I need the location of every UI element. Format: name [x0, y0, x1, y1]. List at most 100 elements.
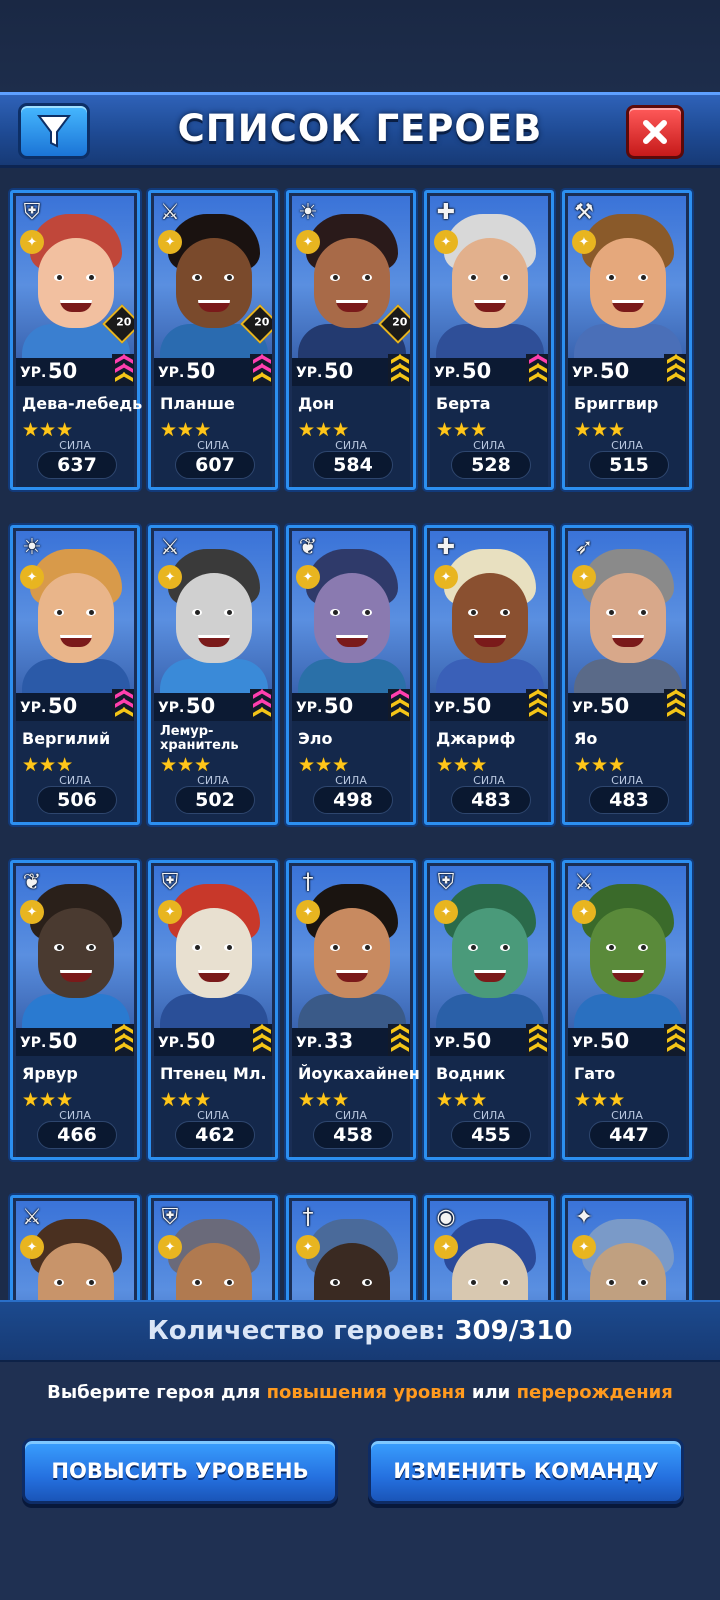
hero-level-bar: УР. 50	[292, 354, 410, 386]
hero-card[interactable]: ⚒ ✦ УР. 50 Бриггвир ★★★ СИЛА 515	[562, 190, 692, 490]
rank-chevron	[253, 1045, 269, 1053]
hero-card[interactable]: ◉ ✦	[424, 1195, 554, 1300]
hero-level: 50	[600, 694, 630, 718]
family-icon: ✦	[158, 900, 182, 924]
feather-icon: ❦	[22, 869, 42, 895]
hero-card[interactable]: ⚔ ✦ УР. 50 Лемур-хранитель ★★★ СИЛА 502	[148, 525, 278, 825]
hero-eye	[192, 944, 202, 951]
hero-info: Бриггвир ★★★ СИЛА 515	[568, 386, 686, 487]
hero-portrait: ☀ ✦ 20	[292, 196, 410, 358]
hero-eye	[54, 274, 64, 281]
hero-card[interactable]: ✦ ✦	[562, 1195, 692, 1300]
hero-power: 637	[37, 451, 117, 479]
hero-eye	[500, 1279, 510, 1286]
hero-card[interactable]: † ✦	[286, 1195, 416, 1300]
rank-chevron	[115, 1045, 131, 1053]
rank-emblem	[664, 689, 686, 721]
level-prefix: УР.	[20, 700, 47, 716]
hero-card[interactable]: ⚔ ✦ 20 УР. 50 Планше ★★★ СИЛА 607	[148, 190, 278, 490]
hero-level: 50	[600, 359, 630, 383]
hero-card[interactable]: † ✦ УР. 33 Йоукахайнен ★★★ СИЛА 458	[286, 860, 420, 1160]
level-prefix: УР.	[572, 1035, 599, 1051]
rank-chevron	[667, 375, 683, 383]
hero-face	[38, 238, 114, 328]
hint-rebirth: перерождения	[516, 1382, 673, 1403]
hero-portrait: ✦ ✦	[568, 1201, 686, 1300]
hero-stars: ★★★	[574, 1089, 626, 1111]
hero-card[interactable]: ⛨ ✦ 20 УР. 50 Дева-лебедь ★★★ СИЛА 637	[10, 190, 142, 490]
family-icon: ✦	[158, 230, 182, 254]
hero-name: Яо	[574, 729, 598, 748]
hero-portrait: ⚔ ✦ 20	[154, 196, 272, 358]
hero-level: 50	[324, 694, 354, 718]
hero-card[interactable]: ⛨ ✦	[148, 1195, 278, 1300]
hero-info: Планше ★★★ СИЛА 607	[154, 386, 272, 487]
hero-card[interactable]: ⚔ ✦	[10, 1195, 140, 1300]
hero-info: Водник ★★★ СИЛА 455	[430, 1056, 548, 1157]
hero-face	[452, 908, 528, 998]
close-button[interactable]	[626, 105, 684, 159]
hero-eye	[362, 1279, 372, 1286]
hero-power: 506	[37, 786, 117, 814]
hero-card[interactable]: ❦ ✦ УР. 50 Ярвур ★★★ СИЛА 466	[10, 860, 140, 1160]
hero-body	[574, 994, 682, 1028]
hero-eye	[330, 944, 340, 951]
hero-face	[314, 238, 390, 328]
hero-level-bar: УР. 50	[430, 354, 548, 386]
family-icon: ✦	[434, 900, 458, 924]
level-up-button[interactable]: ПОВЫСИТЬ УРОВЕНЬ	[22, 1438, 338, 1504]
hero-eye	[638, 1279, 648, 1286]
hero-level: 50	[48, 1029, 78, 1053]
hero-card[interactable]: ⛨ ✦ УР. 50 Водник ★★★ СИЛА 455	[424, 860, 554, 1160]
hero-portrait: ⛨ ✦	[154, 1201, 272, 1300]
rank-chevron	[391, 1045, 407, 1053]
hero-grid[interactable]: ⛨ ✦ 20 УР. 50 Дева-лебедь ★★★ СИЛА 637 ⚔ ✦ 20 УР. 50 П…	[0, 168, 720, 1300]
hero-power: 515	[589, 451, 669, 479]
hero-stars: ★★★	[298, 419, 350, 441]
hero-info: Яо ★★★ СИЛА 483	[568, 721, 686, 822]
costume-badge-value: 20	[254, 315, 270, 329]
hero-eye	[362, 609, 372, 616]
family-icon: ✦	[572, 1235, 596, 1259]
hero-card[interactable]: ➶ ✦ УР. 50 Яо ★★★ СИЛА 483	[562, 525, 692, 825]
change-team-button[interactable]: ИЗМЕНИТЬ КОМАНДУ	[368, 1438, 684, 1504]
hero-face	[38, 908, 114, 998]
hero-eye	[500, 274, 510, 281]
sun-icon: ☀	[298, 199, 318, 225]
hero-portrait: ❦ ✦	[292, 531, 410, 693]
rank-emblem	[250, 689, 272, 721]
hero-card[interactable]: ⚔ ✦ УР. 50 Гато ★★★ СИЛА 447	[562, 860, 692, 1160]
rank-emblem	[526, 354, 548, 386]
hero-level-bar: УР. 50	[16, 354, 134, 386]
hero-body	[574, 324, 682, 358]
hero-portrait: ⛨ ✦	[430, 866, 548, 1028]
hero-eye	[468, 609, 478, 616]
family-icon: ✦	[20, 900, 44, 924]
hero-stars: ★★★	[22, 1089, 74, 1111]
costume-badge-value: 20	[392, 315, 408, 329]
hero-card[interactable]: ✚ ✦ УР. 50 Берта ★★★ СИЛА 528	[424, 190, 554, 490]
rank-chevron	[529, 1045, 545, 1053]
hero-info: Лемур-хранитель ★★★ СИЛА 502	[154, 721, 272, 822]
hero-card[interactable]: ✚ ✦ УР. 50 Джариф ★★★ СИЛА 483	[424, 525, 554, 825]
hero-eye	[330, 609, 340, 616]
level-prefix: УР.	[158, 1035, 185, 1051]
hero-stars: ★★★	[298, 1089, 350, 1111]
hero-portrait: ⛨ ✦ 20	[16, 196, 134, 358]
level-prefix: УР.	[434, 700, 461, 716]
rank-chevron	[529, 375, 545, 383]
hero-card[interactable]: ⛨ ✦ УР. 50 Птенец Мл. ★★★ СИЛА 462	[148, 860, 278, 1160]
hero-level-bar: УР. 50	[430, 689, 548, 721]
hero-portrait: ⚔ ✦	[568, 866, 686, 1028]
hero-portrait: ◉ ✦	[430, 1201, 548, 1300]
hero-eye	[86, 944, 96, 951]
hero-card[interactable]: ☀ ✦ 20 УР. 50 Дон ★★★ СИЛА 584	[286, 190, 416, 490]
dagger-icon: †	[302, 1204, 314, 1230]
hero-info: Йоукахайнен ★★★ СИЛА 458	[292, 1056, 420, 1157]
hero-stars: ★★★	[436, 1089, 488, 1111]
hero-level-bar: УР. 50	[568, 1024, 686, 1056]
hero-portrait: ✚ ✦	[430, 531, 548, 693]
hero-card[interactable]: ☀ ✦ УР. 50 Вергилий ★★★ СИЛА 506	[10, 525, 140, 825]
hero-card[interactable]: ❦ ✦ УР. 50 Эло ★★★ СИЛА 498	[286, 525, 416, 825]
hero-info: Дева-лебедь ★★★ СИЛА 637	[16, 386, 142, 487]
